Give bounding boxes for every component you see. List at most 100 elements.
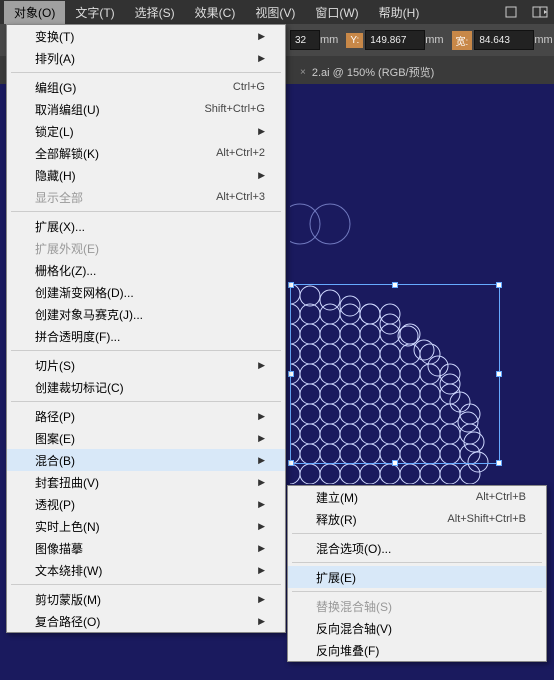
submenu-arrow-icon: ▶ (258, 521, 265, 532)
object-menu-item[interactable]: 切片(S) ▶ (7, 354, 285, 376)
object-menu-separator (11, 584, 281, 585)
selection-box[interactable] (290, 284, 500, 464)
object-menu-item[interactable]: 图像描摹▶ (7, 537, 285, 559)
selection-handle[interactable] (392, 460, 398, 466)
blend-submenu-item[interactable]: 释放(R)Alt+Shift+Ctrl+B (288, 508, 546, 530)
unit-label-3: mm (534, 34, 552, 46)
menu-item-label: 封套扭曲(V) (35, 474, 99, 491)
blend-submenu-item[interactable]: 混合选项(O)... (288, 537, 546, 559)
menu-item-label: 创建对象马赛克(J)... (35, 306, 143, 323)
object-menu-item[interactable]: 锁定(L) ▶ (7, 120, 285, 142)
menu-item-label: 取消编组(U) (35, 101, 100, 118)
width-input[interactable] (474, 30, 534, 50)
selection-handle[interactable] (496, 371, 502, 377)
object-menu-separator (11, 401, 281, 402)
menu-item-label: 替换混合轴(S) (316, 598, 392, 615)
close-icon[interactable]: × (300, 67, 306, 78)
blend-submenu-item[interactable]: 反向堆叠(F) (288, 639, 546, 661)
submenu-arrow-icon: ▶ (258, 360, 265, 371)
menu-item-label: 释放(R) (316, 511, 357, 528)
submenu-arrow-icon: ▶ (258, 543, 265, 554)
menu-item-label: 图案(E) (35, 430, 75, 447)
selection-handle[interactable] (392, 282, 398, 288)
menubar-item-help[interactable]: 帮助(H) (369, 1, 430, 24)
y-input[interactable] (365, 30, 425, 50)
object-menu-item[interactable]: 栅格化(Z)... (7, 259, 285, 281)
object-menu-item[interactable]: 混合(B)▶ (7, 449, 285, 471)
menu-item-label: 复合路径(O) (35, 613, 100, 630)
menubar-item-select[interactable]: 选择(S) (125, 1, 185, 24)
object-menu-item[interactable]: 扩展(X)... (7, 215, 285, 237)
selection-handle[interactable] (496, 282, 502, 288)
object-menu-item[interactable]: 编组(G) Ctrl+G (7, 76, 285, 98)
object-menu-item[interactable]: 路径(P)▶ (7, 405, 285, 427)
menu-item-label: 透视(P) (35, 496, 75, 513)
object-menu-item[interactable]: 变换(T) ▶ (7, 25, 285, 47)
menu-item-label: 锁定(L) (35, 123, 74, 140)
menubar-item-window[interactable]: 窗口(W) (305, 1, 368, 24)
unit-label-2: mm (425, 34, 443, 46)
object-menu-item[interactable]: 实时上色(N) ▶ (7, 515, 285, 537)
selection-handle[interactable] (288, 371, 294, 377)
file-icon[interactable] (502, 4, 522, 20)
object-menu-dropdown: 变换(T)▶排列(A)▶编组(G)Ctrl+G取消编组(U)Shift+Ctrl… (6, 24, 286, 633)
menu-item-label: 全部解锁(K) (35, 145, 99, 162)
object-menu-item[interactable]: 取消编组(U)Shift+Ctrl+G (7, 98, 285, 120)
menu-item-label: 隐藏(H) (35, 167, 76, 184)
blend-submenu-separator (292, 533, 542, 534)
blend-submenu-item[interactable]: 反向混合轴(V) (288, 617, 546, 639)
menu-shortcut: Alt+Ctrl+3 (216, 191, 265, 203)
object-menu-item[interactable]: 全部解锁(K)Alt+Ctrl+2 (7, 142, 285, 164)
y-label: Y: (346, 33, 363, 48)
menu-item-label: 切片(S) (35, 357, 75, 374)
submenu-arrow-icon: ▶ (258, 433, 265, 444)
document-tab[interactable]: × 2.ai @ 150% (RGB/预览) (290, 60, 444, 84)
menu-shortcut: Ctrl+G (233, 81, 265, 93)
menu-item-label: 编组(G) (35, 79, 76, 96)
menubar-item-view[interactable]: 视图(V) (245, 1, 305, 24)
menu-item-label: 创建裁切标记(C) (35, 379, 124, 396)
menu-item-label: 拼合透明度(F)... (35, 328, 120, 345)
menu-item-label: 栅格化(Z)... (35, 262, 96, 279)
object-menu-item[interactable]: 创建渐变网格(D)... (7, 281, 285, 303)
object-menu-item[interactable]: 排列(A)▶ (7, 47, 285, 69)
submenu-arrow-icon: ▶ (258, 616, 265, 627)
width-label: 宽: (452, 31, 473, 50)
menubar-item-text[interactable]: 文字(T) (65, 1, 124, 24)
menu-item-label: 反向堆叠(F) (316, 642, 379, 659)
object-menu-item[interactable]: 拼合透明度(F)... (7, 325, 285, 347)
menu-shortcut: Alt+Ctrl+B (476, 491, 526, 503)
selection-handle[interactable] (288, 460, 294, 466)
submenu-arrow-icon: ▶ (258, 565, 265, 576)
layout-icon[interactable] (530, 4, 550, 20)
object-menu-item[interactable]: 封套扭曲(V) ▶ (7, 471, 285, 493)
object-menu-item[interactable]: 透视(P)▶ (7, 493, 285, 515)
blend-submenu-item: 替换混合轴(S) (288, 595, 546, 617)
menubar-item-effect[interactable]: 效果(C) (185, 1, 246, 24)
object-menu-item[interactable]: 文本绕排(W)▶ (7, 559, 285, 581)
blend-submenu-item[interactable]: 建立(M)Alt+Ctrl+B (288, 486, 546, 508)
submenu-arrow-icon: ▶ (258, 31, 265, 42)
menu-item-label: 变换(T) (35, 28, 74, 45)
x-input[interactable] (290, 30, 320, 50)
object-menu-item[interactable]: 隐藏(H)▶ (7, 164, 285, 186)
object-menu-separator (11, 72, 281, 73)
unit-label: mm (320, 34, 338, 46)
submenu-arrow-icon: ▶ (258, 126, 265, 137)
object-menu-item: 显示全部Alt+Ctrl+3 (7, 186, 285, 208)
submenu-arrow-icon: ▶ (258, 477, 265, 488)
object-menu-item[interactable]: 图案(E) ▶ (7, 427, 285, 449)
menu-item-label: 排列(A) (35, 50, 75, 67)
object-menu-item[interactable]: 创建裁切标记(C) (7, 376, 285, 398)
menu-item-label: 实时上色(N) (35, 518, 100, 535)
object-menu-item[interactable]: 复合路径(O) ▶ (7, 610, 285, 632)
object-menu-item[interactable]: 剪切蒙版(M)▶ (7, 588, 285, 610)
menubar-item-object[interactable]: 对象(O) (4, 1, 65, 24)
object-menu-item[interactable]: 创建对象马赛克(J)... (7, 303, 285, 325)
blend-submenu-item[interactable]: 扩展(E) (288, 566, 546, 588)
blend-submenu-separator (292, 562, 542, 563)
selection-handle[interactable] (496, 460, 502, 466)
object-menu-separator (11, 350, 281, 351)
selection-handle[interactable] (288, 282, 294, 288)
menu-item-label: 路径(P) (35, 408, 75, 425)
